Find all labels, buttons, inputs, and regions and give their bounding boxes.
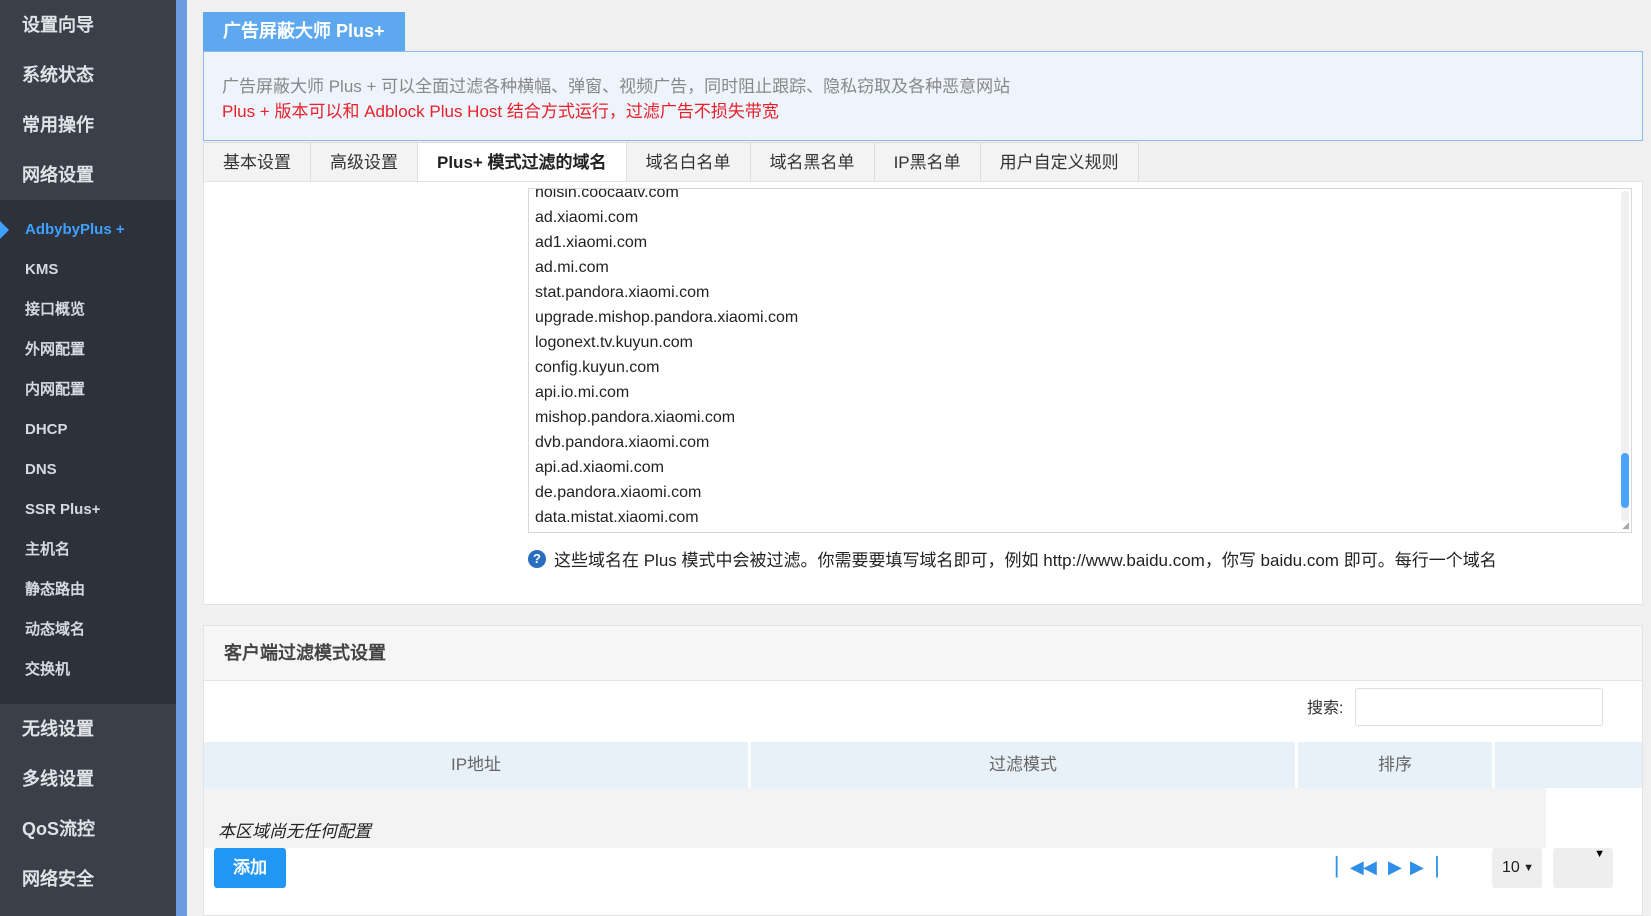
add-button[interactable]: 添加 [214,848,286,888]
sidebar-item[interactable]: 设置向导 [0,0,176,50]
domain-entry: dvb.pandora.xiaomi.com [535,434,710,451]
tab-item[interactable]: 用户自定义规则 [980,142,1139,182]
domain-entry: stat.pandora.xiaomi.com [535,284,710,301]
page-size-value: 10 [1502,859,1520,876]
tab-item[interactable]: 域名白名单 [626,142,751,182]
domain-entry: logonext.tv.kuyun.com [535,334,694,351]
prev-page-icon[interactable]: ◀ [1363,854,1377,880]
sidebar-subitem[interactable]: 静态路由 [0,570,176,610]
tab-item[interactable]: 域名黑名单 [750,142,875,182]
table-header: IP地址 过滤模式 排序 [204,742,1642,788]
domain-entry: api.io.mi.com [535,384,630,401]
sidebar-rail [176,0,187,916]
column-header-ip[interactable]: IP地址 [204,742,751,788]
sidebar-subitem[interactable]: 接口概览 [0,290,176,330]
sidebar-item[interactable]: 网络设置 [0,150,176,200]
sidebar-subitem[interactable]: AdbybyPlus + [0,210,176,250]
sidebar-item[interactable]: 多线设置 [0,754,176,804]
domain-entry: data.mistat.xiaomi.com [535,509,699,526]
tab-item[interactable]: Plus+ 模式过滤的域名 [418,142,627,182]
domain-panel: hoisin.coocaatv.com ad.xiaomi.com ad1.xiao… [203,181,1643,605]
tab-item[interactable]: 高级设置 [311,142,418,182]
sidebar: 设置向导 系统状态 常用操作 网络设置 AdbybyPlus + KMS 接口概览 外网配置… [0,0,176,916]
column-header-order[interactable]: 排序 [1298,742,1495,788]
sidebar-subitem[interactable]: DNS [0,450,176,490]
domain-entry: config.kuyun.com [535,359,660,376]
sidebar-subitem[interactable]: KMS [0,250,176,290]
sidebar-item[interactable]: QoS流控 [0,804,176,854]
info-box: 广告屏蔽大师 Plus + 可以全面过滤各种横幅、弹窗、视频广告，同时阻止跟踪、… [203,51,1643,141]
page-number-select[interactable]: ▼ [1553,848,1613,888]
domain-entry: ad1.xiaomi.com [535,234,648,251]
sidebar-item[interactable]: 无线设置 [0,704,176,754]
first-page-icon[interactable]: ▏◀ [1336,854,1364,880]
sidebar-subitem[interactable]: SSR Plus+ [0,490,176,530]
description-text: 广告屏蔽大师 Plus + 可以全面过滤各种横幅、弹窗、视频广告，同时阻止跟踪、… [222,77,1011,96]
domain-entry: mishop.pandora.xiaomi.com [535,409,736,426]
domain-entry: api.ad.xiaomi.com [535,459,664,476]
section-title: 客户端过滤模式设置 [204,626,1642,681]
page-size-select[interactable]: 10 ▼ [1492,848,1542,888]
domain-list: hoisin.coocaatv.com ad.xiaomi.com ad1.xiao… [535,188,799,530]
sidebar-subitem[interactable]: DHCP [0,410,176,450]
tab-bar: 基本设置 高级设置 Plus+ 模式过滤的域名 域名白名单 域名黑名单 IP黑名单 用户自定… [203,142,1139,182]
domain-entry: de.pandora.xiaomi.com [535,484,702,501]
sidebar-item[interactable]: 系统状态 [0,50,176,100]
help-row: ? 这些域名在 Plus 模式中会被过滤。你需要要填写域名即可，例如 http:… [528,546,1497,571]
tab-item[interactable]: 基本设置 [203,142,311,182]
empty-message: 本区域尚无任何配置 [218,822,371,841]
domain-entry: ad.xiaomi.com [535,209,639,226]
sidebar-item[interactable]: 常用操作 [0,100,176,150]
sidebar-submenu: AdbybyPlus + KMS 接口概览 外网配置 内网配置 DHCP DNS SSR Pl… [0,200,176,704]
column-header-mode[interactable]: 过滤模式 [751,742,1298,788]
table-empty-row: 本区域尚无任何配置 [204,788,1546,848]
sidebar-subitem[interactable]: 交换机 [0,650,176,690]
sidebar-subitem[interactable]: 主机名 [0,530,176,570]
tab-item[interactable]: IP黑名单 [874,142,981,182]
search-input[interactable] [1355,688,1603,726]
sidebar-item[interactable]: 网络安全 [0,854,176,904]
next-page-icon[interactable]: ▶ [1388,854,1402,880]
resize-grip-icon[interactable]: ◢ [1622,521,1629,530]
search-label: 搜索: [1307,700,1344,717]
client-filter-section: 客户端过滤模式设置 搜索: IP地址 过滤模式 排序 本区域尚无任何配置 添加 … [203,625,1643,916]
page-title: 广告屏蔽大师 Plus+ [203,12,405,51]
help-icon: ? [528,549,546,568]
sidebar-subitem[interactable]: 动态域名 [0,610,176,650]
last-page-icon[interactable]: ▶▕ [1410,854,1438,880]
domain-entry: hoisin.coocaatv.com [535,188,679,201]
domain-textarea[interactable]: hoisin.coocaatv.com ad.xiaomi.com ad1.xiao… [528,188,1632,533]
chevron-down-icon: ▼ [1594,848,1605,860]
scrollbar-thumb[interactable] [1621,453,1629,508]
help-text: 这些域名在 Plus 模式中会被过滤。你需要要填写域名即可，例如 http://… [554,551,1497,570]
chevron-down-icon: ▼ [1523,862,1534,874]
domain-entry: ad.mi.com [535,259,609,276]
sidebar-subitem[interactable]: 内网配置 [0,370,176,410]
domain-entry: upgrade.mishop.pandora.xiaomi.com [535,309,799,326]
warning-text: Plus + 版本可以和 Adblock Plus Host 结合方式运行，过滤… [222,102,779,121]
sidebar-subitem[interactable]: 外网配置 [0,330,176,370]
